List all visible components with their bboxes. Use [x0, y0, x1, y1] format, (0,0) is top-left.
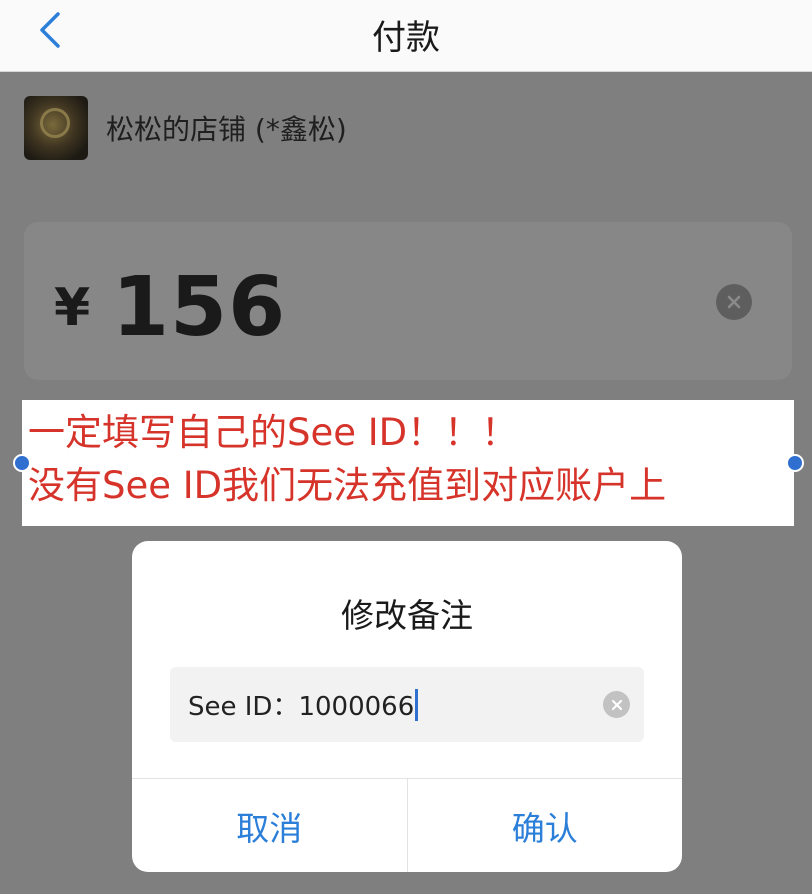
amount-card: ¥ 156: [24, 222, 792, 380]
annotation-resize-handle-right[interactable]: [786, 454, 804, 472]
cancel-button[interactable]: 取消: [132, 779, 407, 872]
shop-avatar: [24, 96, 88, 160]
clear-amount-button[interactable]: [716, 284, 752, 320]
page-title: 付款: [372, 18, 440, 58]
text-cursor: [415, 688, 419, 721]
close-icon: [611, 699, 622, 710]
remark-input-value[interactable]: See ID：1000066: [188, 686, 414, 723]
remark-input[interactable]: See ID：1000066: [170, 667, 644, 742]
close-icon: [727, 295, 741, 309]
shop-name: 松松的店铺 (*鑫松): [106, 113, 347, 146]
currency-symbol: ¥: [54, 278, 91, 338]
annotation-overlay: 一定填写自己的See ID！！！ 没有See ID我们无法充值到对应账户上: [22, 400, 794, 526]
annotation-line-1: 一定填写自己的See ID！！！: [28, 411, 519, 454]
dialog-actions: 取消 确认: [132, 778, 682, 872]
shop-info: 松松的店铺 (*鑫松): [24, 96, 347, 160]
navigation-bar: 付款: [0, 0, 812, 72]
amount-value[interactable]: 156: [112, 260, 286, 355]
dialog-title: 修改备注: [341, 596, 473, 635]
confirm-button[interactable]: 确认: [406, 779, 683, 872]
edit-remark-dialog: 修改备注 See ID：1000066 取消 确认: [132, 541, 682, 872]
annotation-line-2: 没有See ID我们无法充值到对应账户上: [28, 464, 667, 507]
annotation-resize-handle-left[interactable]: [13, 454, 31, 472]
clear-input-button[interactable]: [603, 691, 630, 718]
